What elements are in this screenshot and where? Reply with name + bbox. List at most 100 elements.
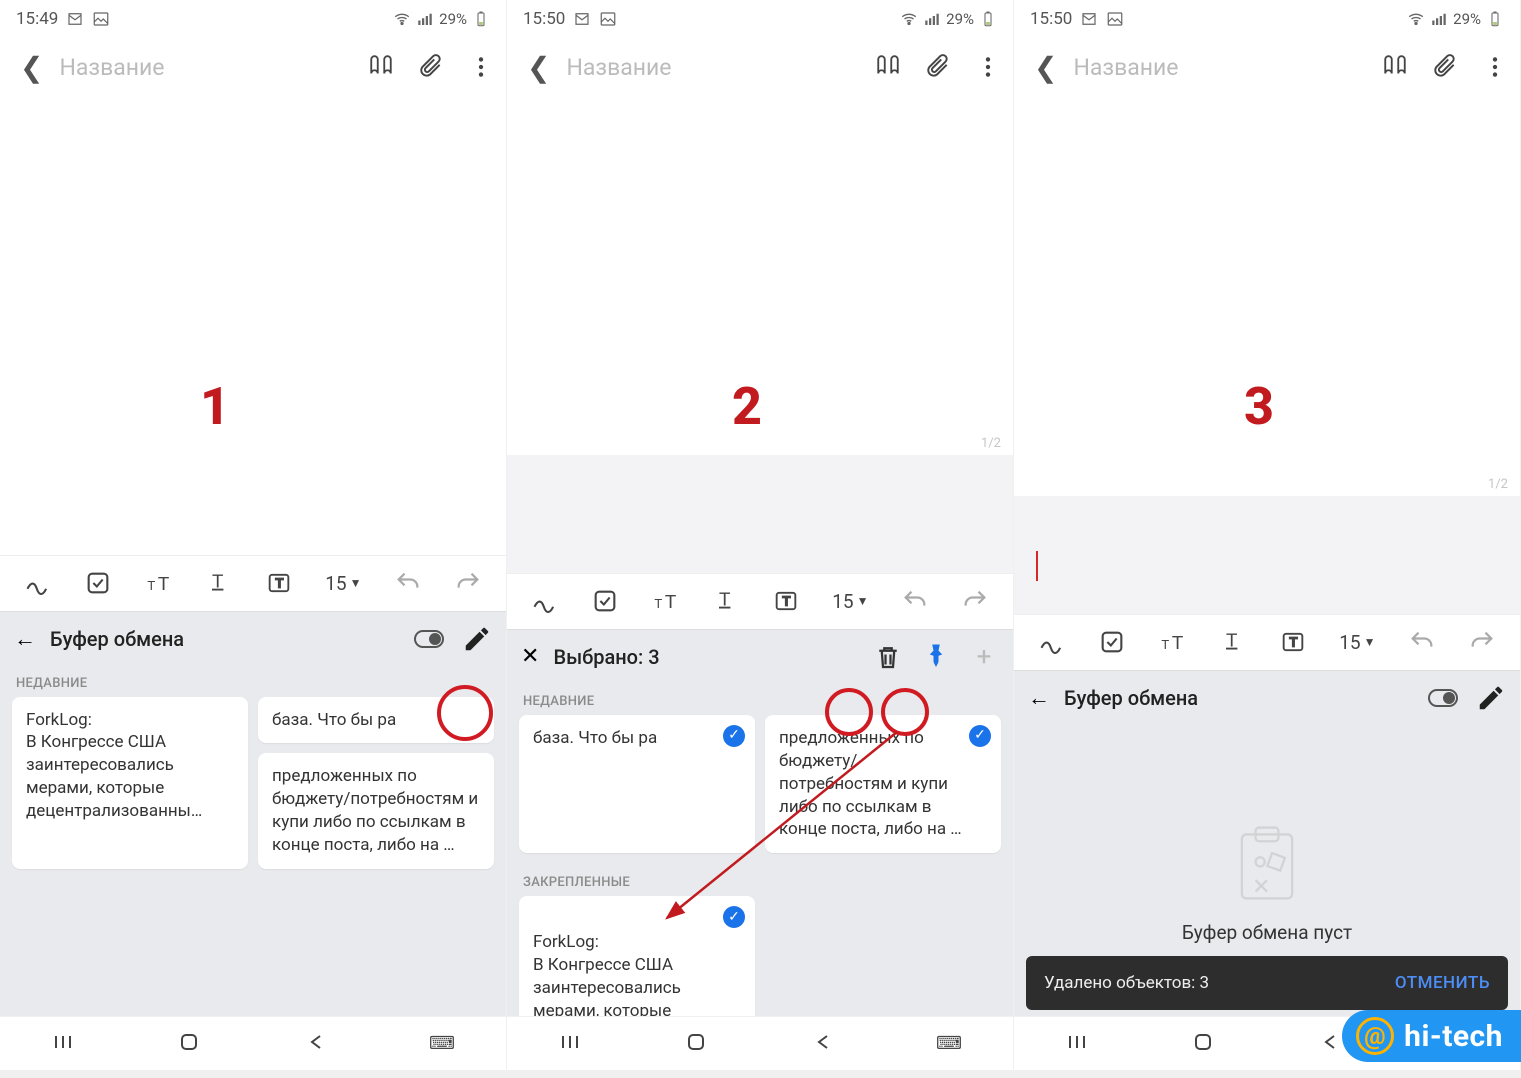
back-icon[interactable]: ❮	[1034, 51, 1057, 84]
nav-recents-icon[interactable]	[51, 1030, 75, 1058]
signal-icon	[1430, 10, 1448, 28]
pin-icon[interactable]	[921, 642, 951, 672]
edit-icon[interactable]	[1476, 683, 1506, 713]
redo-icon[interactable]	[1468, 628, 1496, 656]
undo-icon[interactable]	[394, 569, 422, 597]
mail-icon	[573, 10, 591, 28]
svg-text:T: T	[1289, 635, 1297, 650]
status-time: 15:50	[523, 9, 565, 29]
note-canvas-page2[interactable]	[1014, 496, 1520, 614]
edit-icon[interactable]	[462, 624, 492, 654]
reader-icon[interactable]	[1382, 54, 1408, 80]
attach-icon[interactable]	[418, 54, 444, 80]
keyboard-icon[interactable]: ⌨	[936, 1033, 962, 1054]
title-input[interactable]: Название	[566, 54, 875, 81]
font-size-selector[interactable]: 15▼	[832, 590, 868, 613]
attach-icon[interactable]	[925, 54, 951, 80]
reader-icon[interactable]	[368, 54, 394, 80]
clip-back-icon[interactable]: ←	[14, 626, 36, 652]
more-icon[interactable]	[1482, 54, 1508, 80]
title-input[interactable]: Название	[1073, 54, 1382, 81]
text-box-icon[interactable]: T	[265, 569, 293, 597]
nav-recents-icon[interactable]	[558, 1030, 582, 1058]
text-box-icon[interactable]: T	[772, 587, 800, 615]
section-recent-label: НЕДАВНИЕ	[507, 684, 1013, 715]
close-icon[interactable]: ✕	[521, 644, 539, 669]
more-icon[interactable]	[975, 54, 1001, 80]
battery-icon	[979, 10, 997, 28]
note-canvas[interactable]: 1	[0, 96, 506, 555]
checkbox-icon[interactable]	[84, 569, 112, 597]
toggle-icon[interactable]	[414, 624, 444, 654]
undo-icon[interactable]	[1408, 628, 1436, 656]
attach-icon[interactable]	[1432, 54, 1458, 80]
note-canvas-page2[interactable]	[507, 455, 1013, 573]
clip-item[interactable]: предложенных по бюджету/потребностям и к…	[258, 753, 494, 869]
image-icon	[599, 10, 617, 28]
clip-item[interactable]: ForkLog: В Конгрессе США заинтересовалис…	[12, 697, 248, 870]
clip-item[interactable]: предложенных по бюджету/потребностям и к…	[765, 715, 1001, 854]
image-icon	[1106, 10, 1124, 28]
handwriting-icon[interactable]	[24, 569, 52, 597]
text-box-icon[interactable]: T	[1279, 628, 1307, 656]
textsize-icon[interactable]: TT	[145, 569, 173, 597]
reader-icon[interactable]	[875, 54, 901, 80]
title-input[interactable]: Название	[59, 54, 368, 81]
note-canvas[interactable]: 3 1/2	[1014, 96, 1520, 496]
page-indicator: 1/2	[1488, 477, 1508, 492]
nav-home-icon[interactable]	[1191, 1030, 1215, 1058]
snackbar-undo-button[interactable]: ОТМЕНИТЬ	[1395, 973, 1490, 993]
text-underline-icon[interactable]: T	[1219, 628, 1247, 656]
clip-item[interactable]: база. Что бы ра ✓	[519, 715, 755, 854]
nav-home-icon[interactable]	[177, 1030, 201, 1058]
text-underline-icon[interactable]: T	[205, 569, 233, 597]
battery-percent: 29%	[946, 10, 974, 28]
selection-count: Выбрано: 3	[553, 645, 659, 669]
redo-icon[interactable]	[454, 569, 482, 597]
text-cursor	[1036, 551, 1038, 581]
nav-recents-icon[interactable]	[1065, 1030, 1089, 1058]
delete-icon[interactable]	[873, 642, 903, 672]
svg-text:T: T	[275, 576, 283, 591]
status-bar: 15:49 29%	[0, 0, 506, 38]
checkbox-icon[interactable]	[591, 587, 619, 615]
clipboard-panel: ← Буфер обмена НЕДАВНИЕ ForkLog: В Конгр…	[0, 611, 506, 1071]
toggle-icon[interactable]	[1428, 683, 1458, 713]
mail-icon	[1080, 10, 1098, 28]
back-icon[interactable]: ❮	[20, 51, 43, 84]
nav-back-icon[interactable]	[303, 1030, 327, 1058]
wifi-icon	[900, 10, 918, 28]
handwriting-icon[interactable]	[531, 587, 559, 615]
nav-back-icon[interactable]	[810, 1030, 834, 1058]
text-underline-icon[interactable]: T	[712, 587, 740, 615]
empty-title: Буфер обмена пуст	[1182, 921, 1352, 944]
nav-back-icon[interactable]	[1317, 1030, 1341, 1058]
redo-icon[interactable]	[961, 587, 989, 615]
textsize-icon[interactable]: TT	[1159, 628, 1187, 656]
app-header: ❮ Название	[1014, 38, 1520, 96]
checkbox-icon[interactable]	[1098, 628, 1126, 656]
wifi-icon	[393, 10, 411, 28]
undo-icon[interactable]	[901, 587, 929, 615]
font-size-selector[interactable]: 15▼	[1339, 631, 1375, 654]
add-icon[interactable]: +	[969, 642, 999, 672]
clip-back-icon[interactable]: ←	[1028, 685, 1050, 711]
check-icon: ✓	[969, 725, 991, 747]
status-time: 15:49	[16, 9, 58, 29]
note-canvas[interactable]: 2 1/2	[507, 96, 1013, 455]
more-icon[interactable]	[468, 54, 494, 80]
svg-text:T: T	[782, 594, 790, 609]
format-toolbar: TT T T 15▼	[1014, 614, 1520, 670]
textsize-icon[interactable]: TT	[652, 587, 680, 615]
clip-item[interactable]: база. Что бы ра	[258, 697, 494, 744]
font-size-selector[interactable]: 15▼	[325, 572, 361, 595]
check-icon: ✓	[723, 725, 745, 747]
check-icon: ✓	[723, 906, 745, 928]
handwriting-icon[interactable]	[1038, 628, 1066, 656]
nav-home-icon[interactable]	[684, 1030, 708, 1058]
annotation-number-1: 1	[200, 376, 230, 437]
back-icon[interactable]: ❮	[527, 51, 550, 84]
section-pinned-label: ЗАКРЕПЛЕННЫЕ	[507, 865, 1013, 896]
status-bar: 15:50 29%	[507, 0, 1013, 38]
keyboard-icon[interactable]: ⌨	[429, 1033, 455, 1054]
